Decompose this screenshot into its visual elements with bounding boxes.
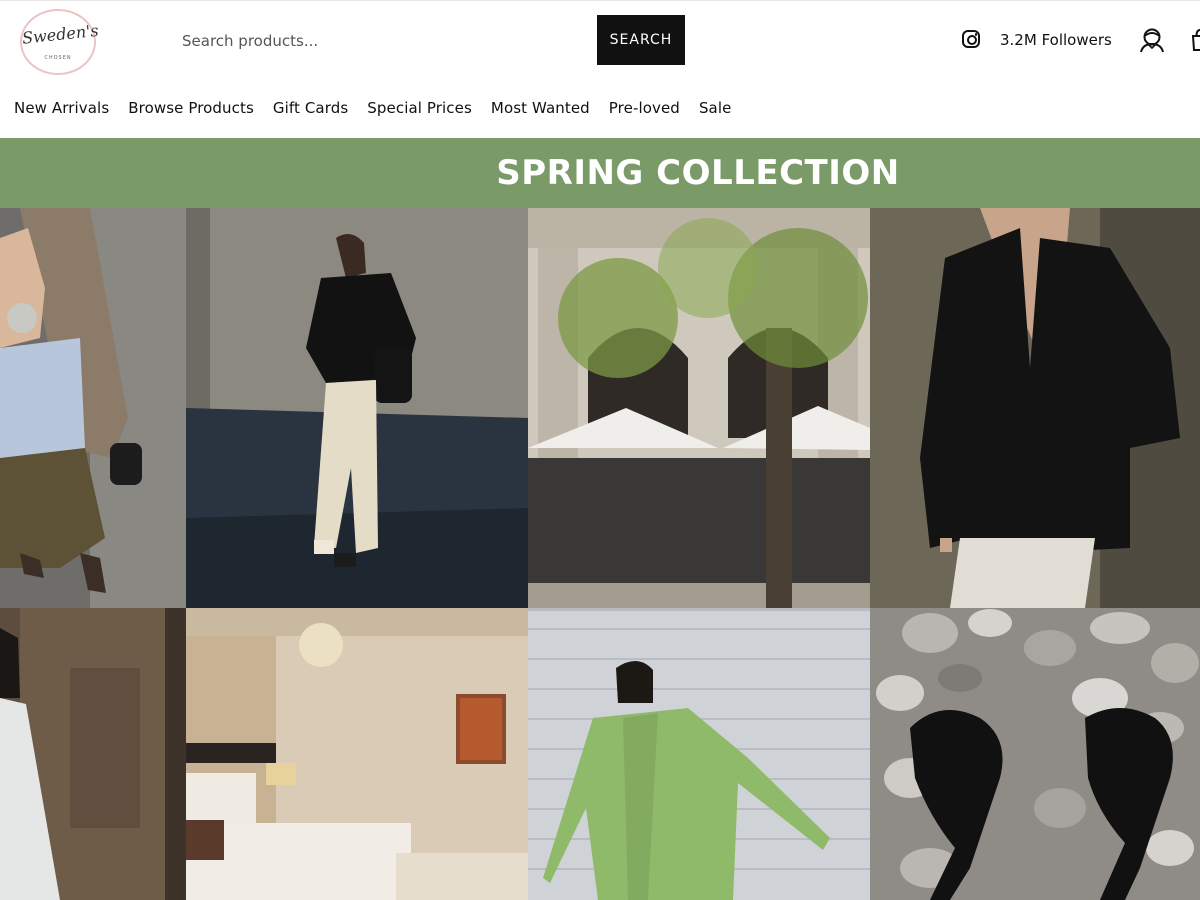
photo-white-outfit-hallway-image (0, 608, 186, 900)
nav-sale[interactable]: Sale (699, 99, 732, 121)
logo-script-text: Sweden's (21, 20, 100, 48)
site-header: Sweden's CHOSEN SEARCH 3.2M Followers Ne… (0, 0, 1200, 138)
photo-white-outfit-hallway[interactable] (0, 608, 186, 900)
photo-bedroom-interior-image (186, 608, 528, 900)
photo-satin-skirt-outfit-image (0, 208, 186, 608)
nav-new-arrivals[interactable]: New Arrivals (14, 99, 109, 121)
photo-satin-skirt-outfit[interactable] (0, 208, 186, 608)
nav-browse-products[interactable]: Browse Products (128, 99, 254, 121)
photo-black-sandals-pebbles-image (870, 608, 1200, 900)
photo-bedroom-interior[interactable] (186, 608, 528, 900)
photo-black-shirt-cream-jeans-image (186, 208, 528, 608)
collection-banner: SPRING COLLECTION (0, 138, 1200, 208)
search-input[interactable] (172, 19, 612, 63)
nav-most-wanted[interactable]: Most Wanted (491, 99, 590, 121)
followers-count: 3.2M Followers (1000, 31, 1112, 49)
photo-black-blazer[interactable] (870, 208, 1200, 608)
nav-special-prices[interactable]: Special Prices (367, 99, 472, 121)
photo-black-sandals-pebbles[interactable] (870, 608, 1200, 900)
search-button[interactable]: SEARCH (597, 15, 685, 65)
photo-black-blazer-image (870, 208, 1200, 608)
instagram-icon[interactable] (962, 30, 980, 48)
nav-gift-cards[interactable]: Gift Cards (273, 99, 348, 121)
nav-pre-loved[interactable]: Pre-loved (609, 99, 680, 121)
cart-icon[interactable] (1190, 28, 1200, 52)
brand-logo[interactable]: Sweden's CHOSEN (20, 9, 100, 75)
account-icon[interactable] (1138, 26, 1166, 54)
photo-black-shirt-cream-jeans[interactable] (186, 208, 528, 608)
photo-cafe-umbrellas-tree-image (528, 208, 870, 608)
collection-title: SPRING COLLECTION (496, 153, 900, 193)
photo-cafe-umbrellas-tree[interactable] (528, 208, 870, 608)
photo-green-oversized-blazer-image (528, 608, 870, 900)
main-nav: New Arrivals Browse Products Gift Cards … (14, 99, 731, 121)
logo-sub-text: CHOSEN (44, 55, 72, 61)
photo-green-oversized-blazer[interactable] (528, 608, 870, 900)
